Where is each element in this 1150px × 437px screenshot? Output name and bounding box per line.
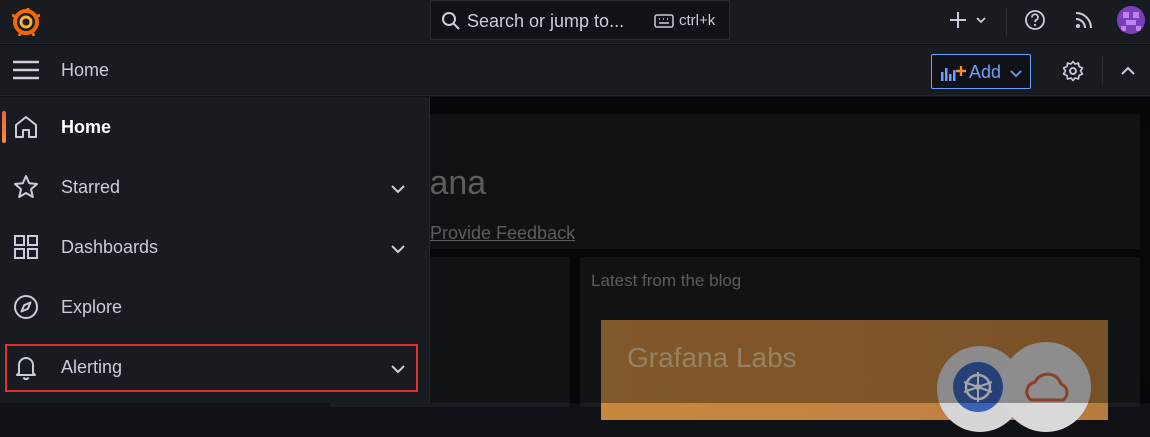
chevron-down-icon <box>1010 66 1022 84</box>
sidebar-item-starred[interactable]: Starred <box>0 157 430 217</box>
user-avatar[interactable] <box>1117 6 1145 34</box>
keyboard-icon <box>654 14 674 33</box>
breadcrumb-bar: Home Add <box>0 45 1150 96</box>
star-icon <box>13 174 39 205</box>
top-navbar: Search or jump to... ctrl+k <box>0 0 1150 44</box>
news-feed-icon[interactable] <box>1074 10 1094 35</box>
highlight-box <box>5 344 418 392</box>
menu-toggle-icon[interactable] <box>12 59 40 86</box>
divider <box>1102 57 1103 85</box>
search-shortcut: ctrl+k <box>679 12 716 29</box>
chevron-down-icon[interactable] <box>390 181 406 199</box>
add-button-label: Add <box>969 62 1002 82</box>
active-indicator <box>2 111 6 143</box>
compass-icon <box>13 294 39 325</box>
gear-icon[interactable] <box>1062 60 1084 87</box>
sidebar-item-label: Dashboards <box>61 237 159 257</box>
divider <box>1006 8 1007 36</box>
add-button[interactable]: Add <box>931 54 1031 89</box>
sidebar-item-explore[interactable]: Explore <box>0 277 430 337</box>
sidebar-item-home[interactable]: Home <box>0 97 430 157</box>
new-button[interactable] <box>946 8 990 34</box>
search-placeholder: Search or jump to... <box>467 11 625 31</box>
home-icon <box>13 114 39 145</box>
search-bar[interactable]: Search or jump to... ctrl+k <box>430 0 730 40</box>
sidebar-item-dashboards[interactable]: Dashboards <box>0 217 430 277</box>
add-panel-icon <box>940 64 966 87</box>
search-icon <box>441 11 461 36</box>
breadcrumb[interactable]: Home <box>61 60 109 81</box>
sidebar-item-label: Explore <box>61 297 123 317</box>
chevron-up-icon[interactable] <box>1120 63 1136 81</box>
grid-icon <box>13 234 39 265</box>
menu-backdrop[interactable] <box>430 97 1150 403</box>
sidebar-item-label: Home <box>61 117 112 137</box>
nav-menu: Home Starred Dashboards Explore Alerting <box>0 97 430 403</box>
help-icon[interactable] <box>1024 9 1046 36</box>
chevron-down-icon[interactable] <box>390 241 406 259</box>
sidebar-item-label: Starred <box>61 177 121 197</box>
grafana-logo-icon[interactable] <box>11 6 41 37</box>
